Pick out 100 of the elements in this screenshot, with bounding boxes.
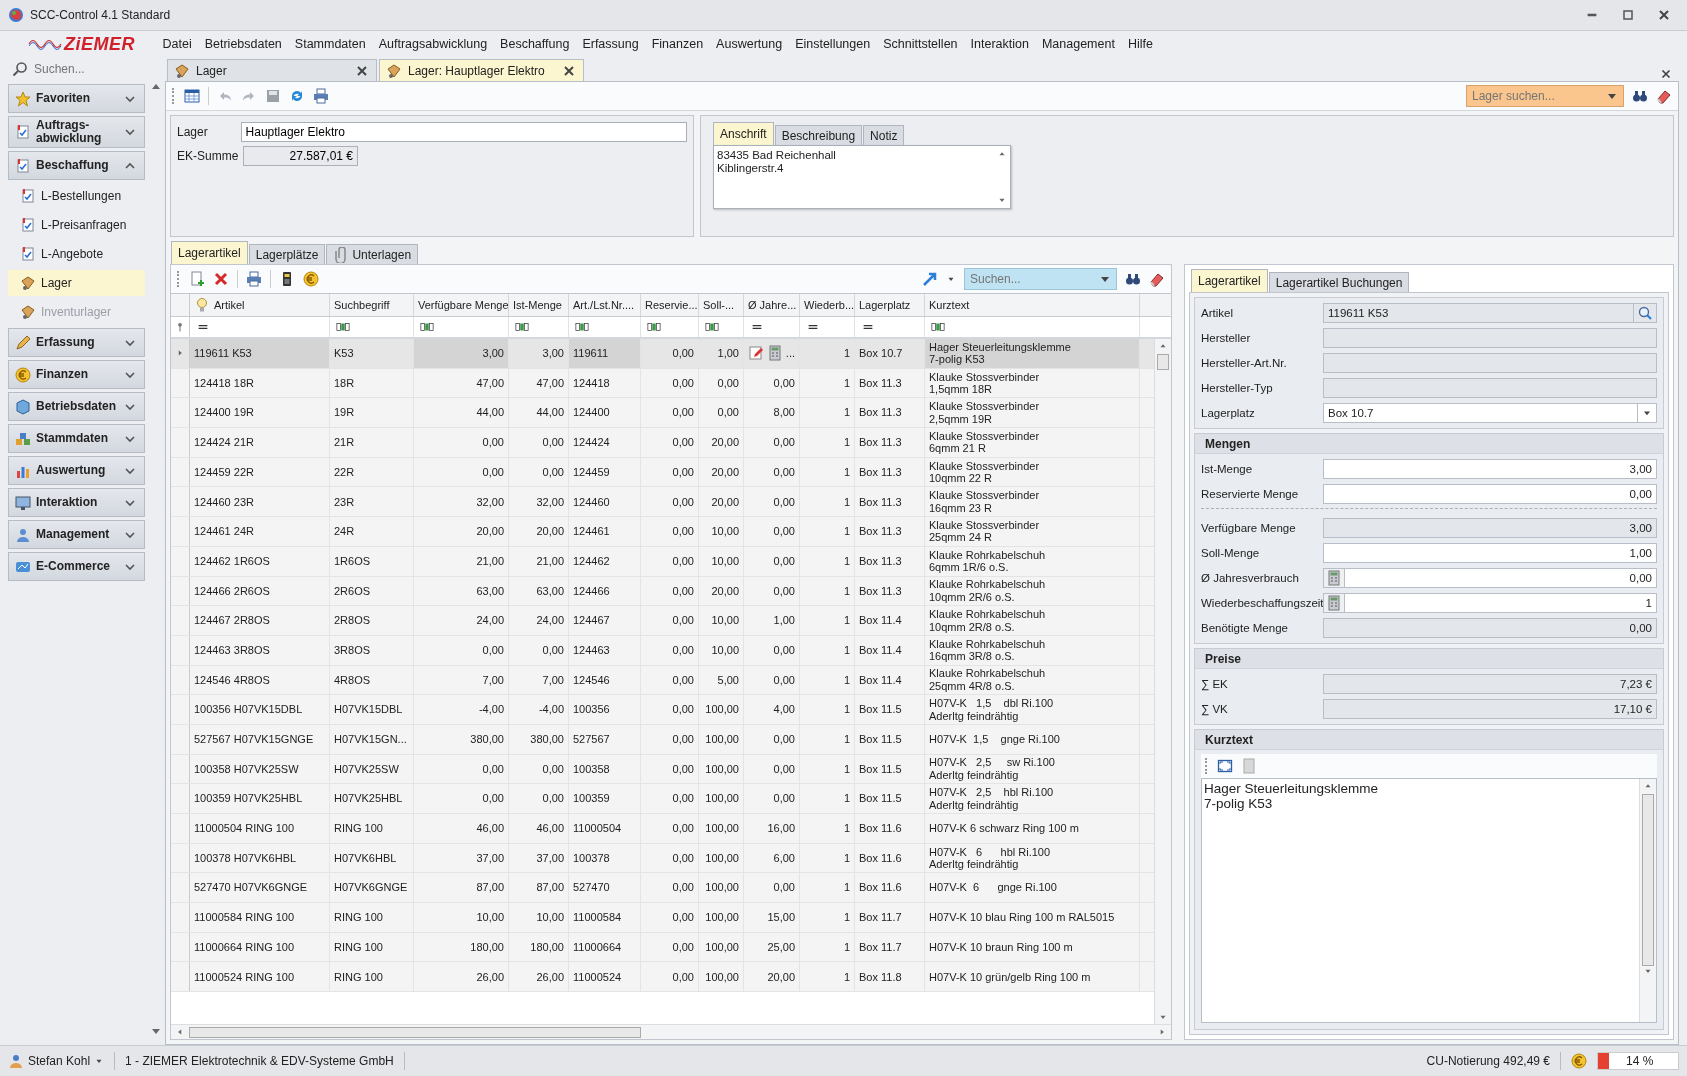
menu-item[interactable]: Betriebsdaten	[198, 37, 289, 51]
column-header[interactable]: Art./Lst.Nr....	[569, 294, 641, 316]
text-filter-icon[interactable]	[336, 320, 350, 334]
nav-group[interactable]: Erfassung	[8, 328, 145, 357]
table-row[interactable]: 119611 K53 K53 3,00 3,00 119611 0,00 1,00 ... 1 Box 10.7 Hager Steuerleitungsklemme 7-polig K53	[171, 339, 1154, 369]
edit-icon[interactable]	[747, 345, 764, 362]
lookup-icon[interactable]	[1637, 305, 1653, 321]
input-field[interactable]	[1323, 328, 1657, 348]
table-row[interactable]: 100356 H07VK15DBL H07VK15DBL -4,00 -4,00 100356 0,00 100,00 4,00 1 Box 11.5 H07V-K 1,5 dbl Ri.100 Aderltg feindrähtig	[171, 695, 1154, 725]
table-row[interactable]: 527567 H07VK15GNGE H07VK15GN... 380,00 380,00 527567 0,00 100,00 0,00 1 Box 11.5 H07V-K 1,5 gnge Ri.100	[171, 724, 1154, 755]
text-field[interactable]: Hauptlager Elektro	[240, 122, 687, 142]
eraser-icon[interactable]	[1656, 88, 1672, 104]
nav-group[interactable]: Stammdaten	[8, 424, 145, 453]
tab[interactable]: Beschreibung	[774, 125, 863, 145]
ellipsis-button[interactable]: ...	[785, 347, 795, 360]
table-row[interactable]: 124463 3R8OS 3R8OS 0,00 0,00 124463 0,00 10,00 0,00 1 Box 11.4 Klauke Rohrkabelschuh 16qmm 3R/8 o.S.	[171, 635, 1154, 666]
fullscreen-icon[interactable]	[1217, 758, 1233, 774]
table-row[interactable]: 124459 22R 22R 0,00 0,00 124459 0,00 20,00 0,00 1 Box 11.3 Klauke Stossverbinder 10qmm 22 R	[171, 457, 1154, 488]
table-row[interactable]: 100358 H07VK25SW H07VK25SW 0,00 0,00 100358 0,00 100,00 0,00 1 Box 11.5 H07V-K 2,5 sw Ri.100 Aderltg feindrähtig	[171, 754, 1154, 785]
table-row[interactable]: 527470 H07VK6GNGE H07VK6GNGE 87,00 87,00 527470 0,00 100,00 0,00 1 Box 11.6 H07V-K 6 gnge Ri.100	[171, 873, 1154, 904]
new-document-icon[interactable]	[189, 271, 205, 287]
tab[interactable]: Notiz	[863, 125, 905, 145]
input-field[interactable]	[1323, 353, 1657, 373]
text-filter-icon[interactable]	[647, 320, 661, 334]
tab[interactable]: Lagerartikel Buchungen	[1268, 272, 1410, 292]
print-icon[interactable]	[313, 88, 329, 104]
scroll-thumb[interactable]	[189, 1026, 641, 1038]
input-field[interactable]: 119611 K53	[1323, 303, 1657, 323]
input-field[interactable]: 0,00	[1323, 618, 1657, 638]
menu-item[interactable]: Interaktion	[964, 37, 1036, 51]
table-row[interactable]: 100359 H07VK25HBL H07VK25HBL 0,00 0,00 100359 0,00 100,00 0,00 1 Box 11.5 H07V-K 2,5 hbl Ri.100 Aderltg feindrähtig	[171, 784, 1154, 814]
calculator-icon[interactable]	[1326, 570, 1342, 586]
input-field[interactable]: 3,00	[1323, 518, 1657, 538]
input-field[interactable]: 0,00	[1323, 484, 1657, 504]
document-tab[interactable]: Lager: Hauptlager Elektro	[379, 59, 584, 81]
binoculars-icon[interactable]	[1125, 271, 1141, 287]
tab[interactable]: Lagerartikel	[171, 241, 248, 264]
menu-item[interactable]: Finanzen	[645, 37, 710, 51]
column-header[interactable]: Kurztext	[925, 294, 1140, 316]
menu-item[interactable]: Hilfe	[1121, 37, 1160, 51]
input-field[interactable]: 3,00	[1323, 459, 1657, 479]
column-header[interactable]: Ist-Menge	[509, 294, 569, 316]
text-filter-icon[interactable]	[931, 320, 945, 334]
table-row[interactable]: 124462 1R6OS 1R6OS 21,00 21,00 124462 0,00 10,00 0,00 1 Box 11.3 Klauke Rohrkabelschuh 6qmm 1R/6 o.S.	[171, 546, 1154, 577]
input-field[interactable]: 1	[1323, 593, 1657, 613]
user-menu[interactable]: Stefan Kohl	[8, 1053, 105, 1069]
nav-item[interactable]: L-Bestellungen	[8, 183, 145, 209]
tab[interactable]: Lagerplätze	[248, 244, 326, 264]
column-header[interactable]: Wiederb...	[800, 294, 855, 316]
nav-group[interactable]: Finanzen	[8, 360, 145, 389]
delete-icon[interactable]	[213, 271, 229, 287]
search-combo[interactable]: Suchen...	[964, 268, 1117, 290]
column-header[interactable]: Reservie...	[641, 294, 699, 316]
eraser-icon[interactable]	[1149, 271, 1165, 287]
menu-item[interactable]: Einstellungen	[788, 37, 877, 51]
search-field[interactable]: Suchen...	[32, 59, 136, 79]
input-field[interactable]: Box 10.7	[1323, 403, 1657, 423]
input-field[interactable]: 1,00	[1323, 543, 1657, 563]
search-field[interactable]: Lager suchen...	[1470, 86, 1604, 106]
nav-item[interactable]: L-Angebote	[8, 241, 145, 267]
text-filter-icon[interactable]	[575, 320, 589, 334]
document-tab[interactable]: Lager	[167, 59, 377, 81]
column-header[interactable]: Lagerplatz	[855, 294, 925, 316]
input-field[interactable]: 7,23 €	[1323, 674, 1657, 694]
nav-item[interactable]: Lager	[8, 270, 145, 296]
menu-item[interactable]: Stammdaten	[288, 37, 373, 51]
table-row[interactable]: 124400 19R 19R 44,00 44,00 124400 0,00 0,00 8,00 1 Box 11.3 Klauke Stossverbinder 2,5qmm 19R	[171, 398, 1154, 429]
calculator-icon[interactable]	[766, 345, 783, 362]
column-header[interactable]: Ø Jahre...	[744, 294, 800, 316]
input-field[interactable]: 0,00	[1323, 568, 1657, 588]
input-field[interactable]: 17,10 €	[1323, 699, 1657, 719]
nav-group[interactable]: Beschaffung	[8, 151, 145, 180]
search-combo[interactable]: Lager suchen...	[1466, 85, 1624, 107]
text-area[interactable]: Hager Steuerleitungsklemme 7-polig K53	[1201, 778, 1657, 1023]
table-row[interactable]: 124460 23R 23R 32,00 32,00 124460 0,00 20,00 0,00 1 Box 11.3 Klauke Stossverbinder 16qmm 23 R	[171, 487, 1154, 518]
table-row[interactable]: 11000504 RING 100 RING 100 46,00 46,00 11000504 0,00 100,00 16,00 1 Box 11.6 H07V-K 6 schwarz Ring 100 m	[171, 814, 1154, 844]
table-row[interactable]: 124467 2R8OS 2R8OS 24,00 24,00 124467 0,00 10,00 1,00 1 Box 11.4 Klauke Rohrkabelschuh 10qmm 2R/8 o.S.	[171, 606, 1154, 636]
column-header[interactable]: Soll-...	[699, 294, 744, 316]
scroll-thumb[interactable]	[1642, 794, 1654, 966]
menu-item[interactable]: Erfassung	[575, 37, 646, 51]
table-row[interactable]: 124424 21R 21R 0,00 0,00 124424 0,00 20,00 0,00 1 Box 11.3 Klauke Stossverbinder 6qmm 21 R	[171, 428, 1154, 458]
menu-item[interactable]: Datei	[156, 37, 199, 51]
table-row[interactable]: 124461 24R 24R 20,00 20,00 124461 0,00 10,00 0,00 1 Box 11.3 Klauke Stossverbinder 25qmm 24 R	[171, 517, 1154, 547]
refresh-icon[interactable]	[289, 88, 305, 104]
menu-item[interactable]: Management	[1035, 37, 1122, 51]
column-header[interactable]: Artikel	[190, 294, 330, 316]
table-row[interactable]: 11000664 RING 100 RING 100 180,00 180,00 11000664 0,00 100,00 25,00 1 Box 11.7 H07V-K 10 braun Ring 100 m	[171, 932, 1154, 963]
text-filter-icon[interactable]	[705, 320, 719, 334]
text-filter-icon[interactable]	[515, 320, 529, 334]
nav-group[interactable]: Auswertung	[8, 456, 145, 485]
tab[interactable]: Unterlagen	[326, 244, 419, 264]
table-row[interactable]: 124418 18R 18R 47,00 47,00 124418 0,00 0,00 0,00 1 Box 11.3 Klauke Stossverbinder 1,5qmm 18R	[171, 368, 1154, 399]
nav-group[interactable]: E-Commerce	[8, 552, 145, 581]
binoculars-icon[interactable]	[1632, 88, 1648, 104]
address-text-area[interactable]: 83435 Bad Reichenhall Kiblingerstr.4	[713, 145, 1011, 209]
table-row[interactable]: 11000584 RING 100 RING 100 10,00 10,00 11000584 0,00 100,00 15,00 1 Box 11.7 H07V-K 10 blau Ring 100 m RAL5015	[171, 903, 1154, 933]
tab[interactable]: Lagerartikel	[1191, 269, 1268, 292]
menu-item[interactable]: Auftragsabwicklung	[372, 37, 494, 51]
table-row[interactable]: 100378 H07VK6HBL H07VK6HBL 37,00 37,00 100378 0,00 100,00 6,00 1 Box 11.6 H07V-K 6 hbl Ri.100 Aderltg feindrähtig	[171, 843, 1154, 874]
text-filter-icon[interactable]	[420, 320, 434, 334]
